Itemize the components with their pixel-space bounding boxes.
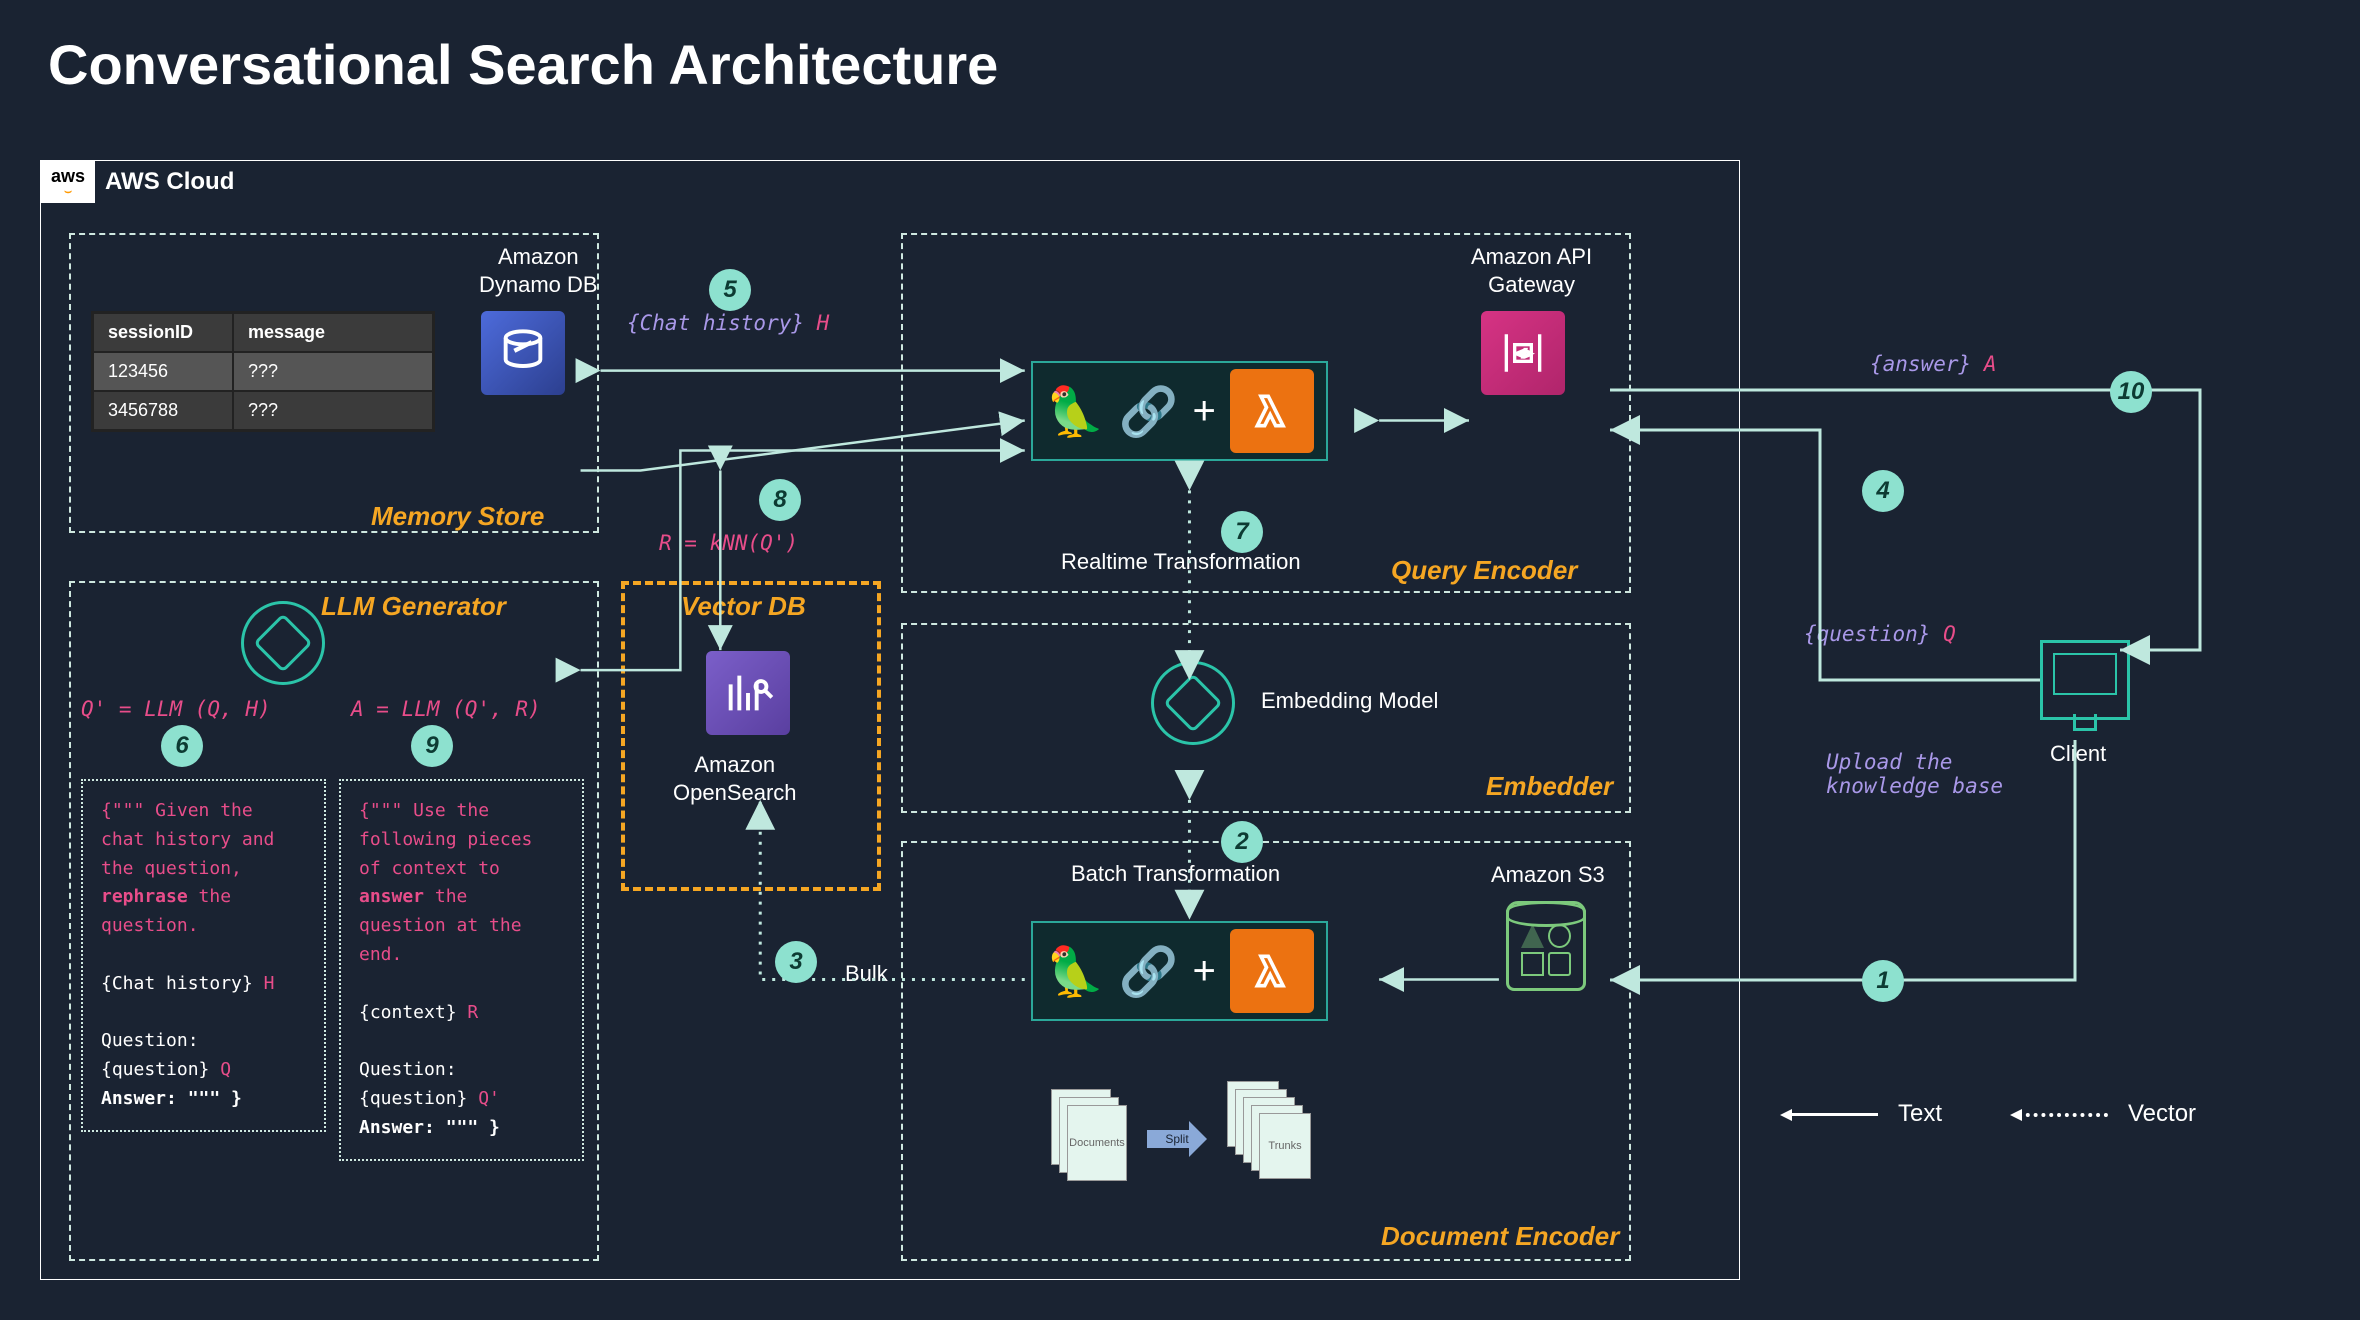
api-gateway-label: Amazon API Gateway <box>1471 243 1592 298</box>
batch-transform-label: Batch Transformation <box>1071 861 1280 887</box>
chain-icon: 🔗 <box>1119 383 1179 440</box>
upload-label: Upload the knowledge base <box>1826 750 2003 798</box>
prompt-9-box: {""" Use the following pieces of context… <box>339 779 584 1161</box>
chain-icon: 🔗 <box>1119 943 1179 1000</box>
query-chain-lambda: 🦜 🔗 + <box>1031 361 1328 461</box>
vector-db-box <box>621 581 881 891</box>
plus-icon: + <box>1193 389 1216 434</box>
step-10-badge: 10 <box>2110 371 2152 413</box>
dynamodb-icon <box>481 311 565 395</box>
diagram-title: Conversational Search Architecture <box>0 0 2360 129</box>
lambda-icon <box>1230 929 1314 1013</box>
formula-answer: A = LLM (Q', R) <box>351 697 541 721</box>
step-5-label: {Chat history} H <box>627 311 829 335</box>
embedding-brain-icon <box>1151 661 1235 745</box>
vector-db-label: Vector DB <box>681 591 806 622</box>
step-6-badge: 6 <box>161 725 203 767</box>
svg-text:</>: </> <box>1517 349 1532 360</box>
memory-table-cell: ??? <box>233 352 433 391</box>
embedder-label: Embedder <box>1486 771 1613 802</box>
aws-logo: aws⌣ <box>41 161 95 203</box>
s3-icon <box>1506 901 1586 991</box>
step-2-badge: 2 <box>1221 821 1263 863</box>
step-8-badge: 8 <box>759 479 801 521</box>
step-3-badge: 3 <box>775 941 817 983</box>
legend-text: Text <box>1780 1100 1942 1128</box>
opensearch-label: Amazon OpenSearch <box>673 751 797 806</box>
question-flow-label: {question} Q <box>1804 622 1956 646</box>
parrot-icon: 🦜 <box>1045 943 1105 1000</box>
document-encoder-label: Document Encoder <box>1381 1221 1619 1252</box>
memory-store-label: Memory Store <box>371 501 544 532</box>
legend-vector: Vector <box>2010 1100 2196 1128</box>
memory-table-cell: 3456788 <box>93 391 233 430</box>
answer-flow-label: {answer} A <box>1870 352 1996 376</box>
doc-chain-lambda: 🦜 🔗 + <box>1031 921 1328 1021</box>
aws-cloud-label: aws⌣ AWS Cloud <box>41 161 234 203</box>
client-label: Client <box>2050 740 2106 768</box>
parrot-icon: 🦜 <box>1045 383 1105 440</box>
api-gateway-icon: </> <box>1481 311 1565 395</box>
memory-table-header: message <box>233 313 433 352</box>
llm-generator-label: LLM Generator <box>321 591 506 622</box>
dynamodb-label: Amazon Dynamo DB <box>479 243 598 298</box>
memory-table-cell: 123456 <box>93 352 233 391</box>
s3-label: Amazon S3 <box>1491 861 1605 889</box>
aws-cloud-boundary: aws⌣ AWS Cloud Memory Store Amazon Dynam… <box>40 160 1740 1280</box>
brain-icon <box>241 601 325 685</box>
lambda-icon <box>1230 369 1314 453</box>
formula-q-prime: Q' = LLM (Q, H) <box>81 697 271 721</box>
bulk-label: Bulk <box>845 961 888 987</box>
step-5-badge: 5 <box>709 269 751 311</box>
step-1-badge: 1 <box>1862 960 1904 1002</box>
documents-split-icon: Documents Split Trunks <box>1051 1081 1331 1201</box>
opensearch-icon <box>706 651 790 735</box>
query-encoder-label: Query Encoder <box>1391 555 1577 586</box>
step-4-badge: 4 <box>1862 470 1904 512</box>
memory-table: sessionID message 123456 ??? 3456788 ??? <box>91 311 435 432</box>
client-icon <box>2040 640 2130 720</box>
realtime-transform-label: Realtime Transformation <box>1061 549 1301 575</box>
memory-table-cell: ??? <box>233 391 433 430</box>
step-8-label: R = kNN(Q') <box>659 531 798 555</box>
plus-icon: + <box>1193 949 1216 994</box>
prompt-6-box: {""" Given the chat history and the ques… <box>81 779 326 1132</box>
step-9-badge: 9 <box>411 725 453 767</box>
embedding-model-label: Embedding Model <box>1261 687 1438 715</box>
memory-table-header: sessionID <box>93 313 233 352</box>
step-7-badge: 7 <box>1221 511 1263 553</box>
